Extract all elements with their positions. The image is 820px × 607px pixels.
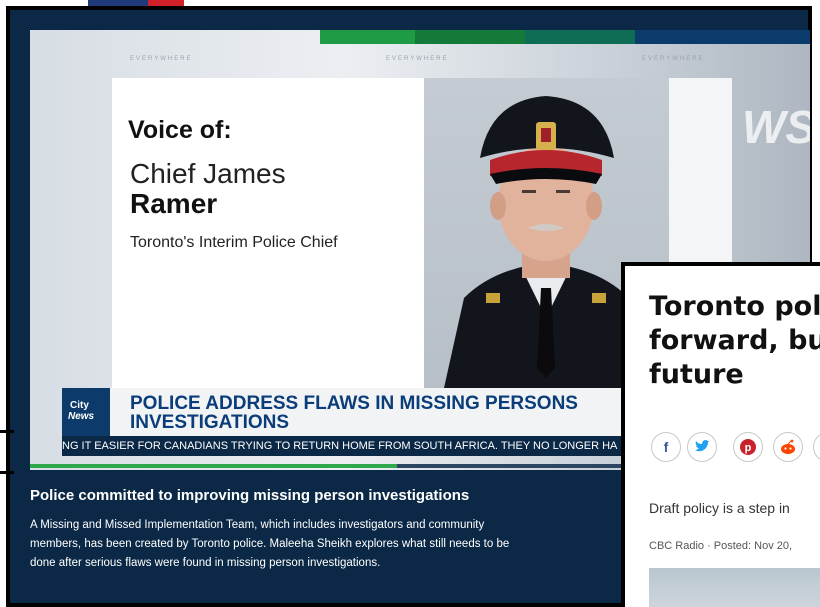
broadcast-strip-teal: [525, 30, 635, 44]
background-word: EVERYWHERE: [386, 56, 449, 62]
video-caption-body: A Missing and Missed Implementation Team…: [30, 519, 510, 569]
pinterest-icon: p: [740, 439, 756, 455]
broadcast-strip-green: [320, 30, 415, 44]
reddit-share-button[interactable]: [773, 432, 803, 462]
voice-of-label: Voice of:: [128, 116, 232, 144]
article-headline: Toronto pol forward, bu future: [649, 290, 820, 392]
article-image: [649, 568, 820, 607]
speaker-title: Toronto's Interim Police Chief: [130, 234, 338, 251]
article-deck: Draft policy is a step in: [649, 500, 790, 516]
broadcast-strip-darkgreen: [415, 30, 525, 44]
article-window: Toronto pol forward, bu future f p Draft…: [621, 262, 820, 607]
article-headline-line: future: [649, 359, 744, 390]
twitter-icon: [695, 440, 710, 452]
article-byline: CBC Radio · Posted: Nov 20,: [649, 540, 793, 552]
video-progress-fill: [30, 464, 397, 468]
video-caption-title[interactable]: Police committed to improving missing pe…: [30, 487, 590, 504]
citynews-logo: City News: [62, 388, 110, 436]
twitter-share-button[interactable]: [687, 432, 717, 462]
article-headline-line: forward, bu: [649, 325, 820, 356]
chyron-headline: POLICE ADDRESS FLAWS IN MISSING PERSONS …: [130, 393, 578, 433]
background-word: EVERYWHERE: [130, 56, 193, 62]
speaker-first-name: Chief James: [130, 158, 286, 189]
logo-news-text: News: [68, 411, 95, 422]
facebook-icon: f: [663, 439, 669, 455]
pinterest-share-button[interactable]: p: [733, 432, 763, 462]
svg-text:p: p: [745, 442, 752, 454]
reddit-icon: [781, 439, 795, 454]
facebook-share-button[interactable]: f: [651, 432, 681, 462]
more-share-button[interactable]: [813, 432, 820, 462]
speaker-last-name: Ramer: [130, 188, 218, 219]
article-headline-line: Toronto pol: [649, 291, 820, 322]
background-logo-partial: WS: [742, 101, 810, 153]
news-ticker: NG IT EASIER FOR CANADIANS TRYING TO RET…: [62, 436, 622, 456]
frame-bracket: [0, 430, 14, 474]
ticker-text: NG IT EASIER FOR CANADIANS TRYING TO RET…: [62, 440, 618, 452]
background-word: EVERYWHERE: [642, 56, 705, 62]
logo-city-text: City: [70, 400, 89, 411]
broadcast-strip-blue: [635, 30, 810, 44]
